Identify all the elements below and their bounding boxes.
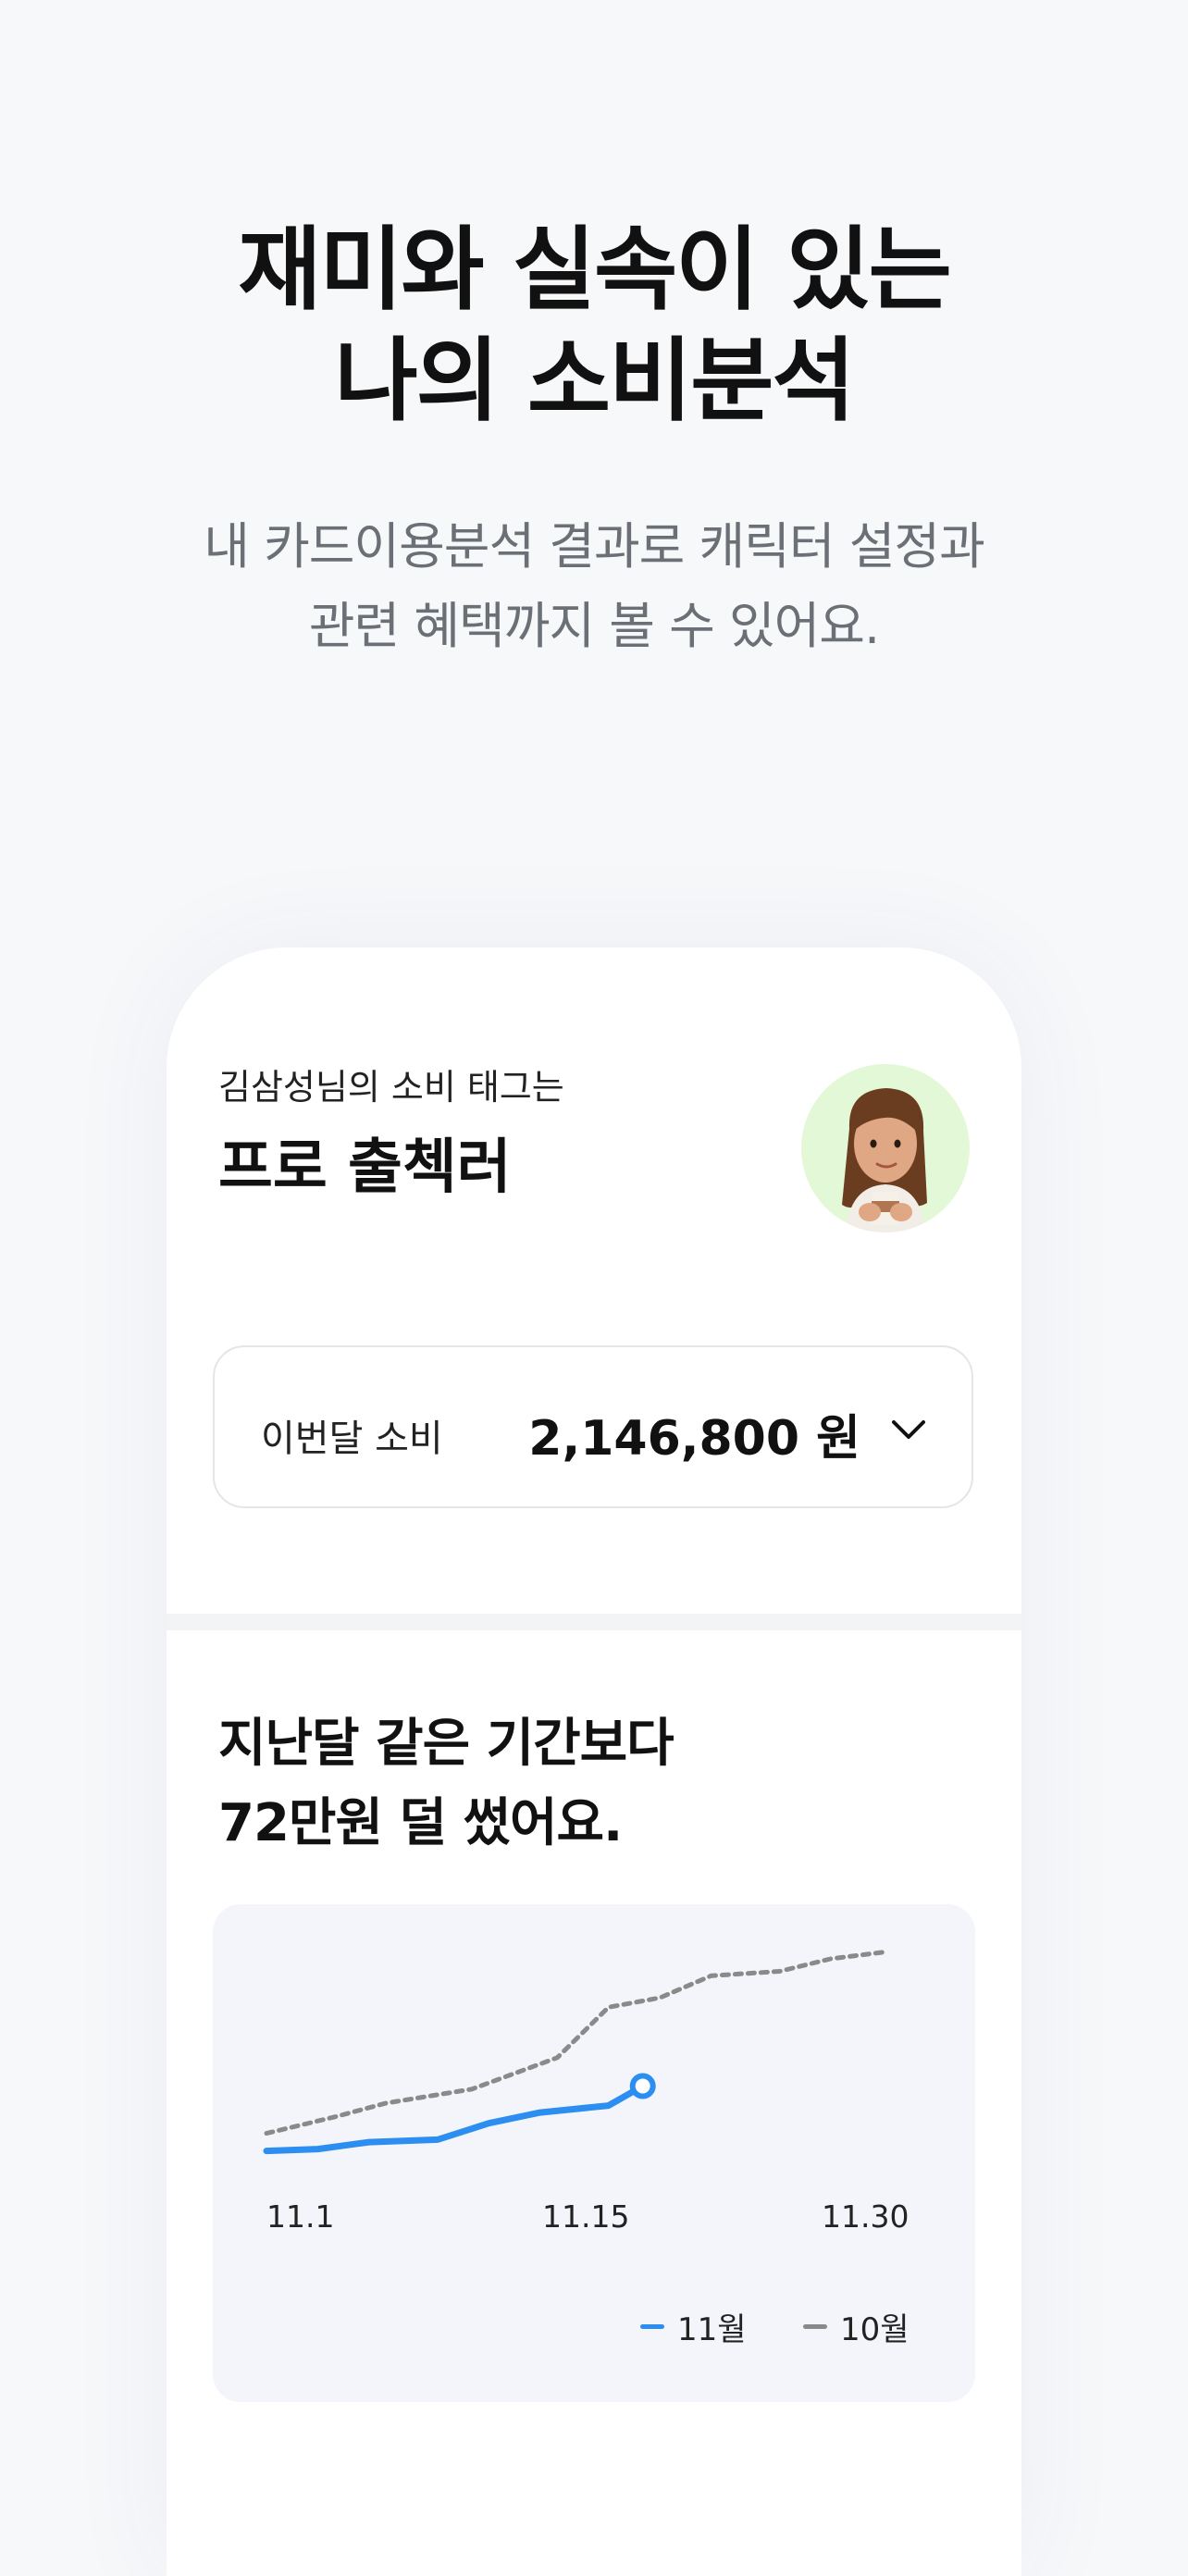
current-point-marker <box>629 2073 656 2099</box>
section-divider <box>167 1614 1021 1630</box>
comparison-title-line2: 72만원 덜 썼어요. <box>218 1793 623 1853</box>
legend-label-previous: 10월 <box>840 2311 910 2348</box>
legend-label-current: 11월 <box>677 2311 747 2348</box>
chevron-down-icon <box>892 1420 925 1439</box>
monthly-spending-label: 이번달 소비 <box>261 1418 443 1460</box>
hero-subtitle: 내 카드이용분석 결과로 캐릭터 설정과 관련 혜택까지 볼 수 있어요. <box>0 507 1188 666</box>
legend-swatch-current <box>640 2324 664 2329</box>
comparison-title-line1: 지난달 같은 기간보다 <box>218 1714 674 1774</box>
x-tick-label: 11.1 <box>266 2198 335 2235</box>
legend-item-previous: 10월 <box>803 2304 910 2349</box>
legend-swatch-previous <box>803 2324 827 2329</box>
monthly-spending-selector[interactable]: 이번달 소비 2,146,800 원 <box>213 1345 973 1508</box>
legend-item-current: 11월 <box>640 2304 747 2349</box>
hero-subtitle-line2: 관련 혜택까지 볼 수 있어요. <box>308 597 880 655</box>
phone-card: 김삼성님의 소비 태그는 프로 출첵러 이번달 소비 2,146,800 원 지… <box>167 947 1021 2576</box>
hero-subtitle-line1: 내 카드이용분석 결과로 캐릭터 설정과 <box>204 517 985 576</box>
monthly-spending-amount: 2,146,800 원 <box>528 1411 860 1467</box>
spending-tag-label: 김삼성님의 소비 태그는 <box>218 1067 564 1108</box>
comparison-title: 지난달 같은 기간보다 72만원 덜 썼어요. <box>218 1704 674 1864</box>
spending-tag-name: 프로 출첵러 <box>218 1133 512 1202</box>
hero-title-line1: 재미와 실속이 있는 <box>238 217 952 323</box>
hero-title-line2: 나의 소비분석 <box>334 328 855 434</box>
x-tick-label: 11.15 <box>542 2198 630 2235</box>
character-avatar-icon <box>801 1064 970 1232</box>
spending-chart: 11.1 11.15 11.30 11월 10월 <box>213 1904 975 2402</box>
hero-title: 재미와 실속이 있는 나의 소비분석 <box>0 215 1188 437</box>
x-tick-label: 11.30 <box>822 2198 910 2235</box>
